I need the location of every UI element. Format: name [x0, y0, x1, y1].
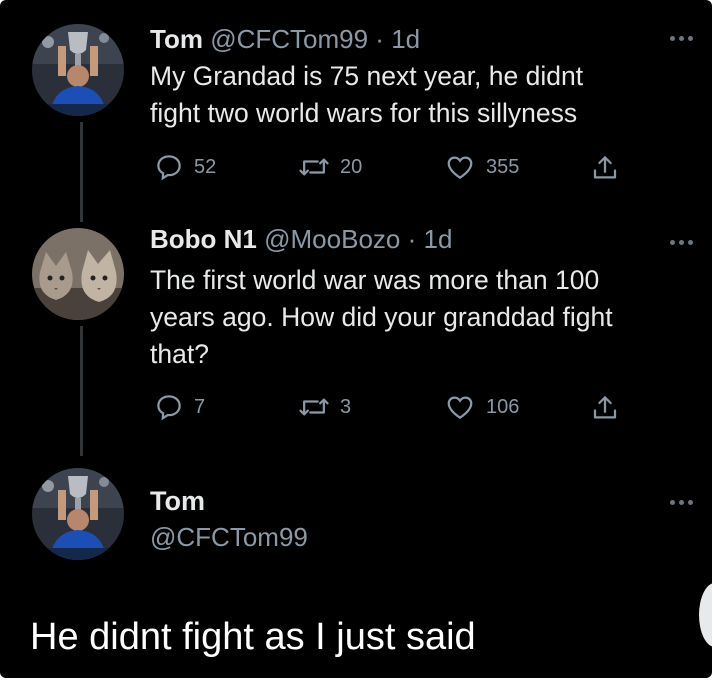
- retweet-icon: [299, 398, 329, 416]
- reply-author-handle[interactable]: @CFCTom99: [150, 522, 308, 553]
- reply-author-name[interactable]: Tom: [150, 486, 205, 517]
- tom-avatar[interactable]: [32, 24, 124, 116]
- share-icon: [593, 156, 617, 179]
- more-options-icon[interactable]: [670, 496, 700, 508]
- display-name[interactable]: Tom: [150, 24, 203, 54]
- tweet-text-line: The first world war was more than 100: [150, 265, 600, 295]
- reply-count: 7: [194, 395, 206, 418]
- retweet-count: 3: [340, 395, 352, 418]
- bobo-avatar[interactable]: [32, 228, 124, 320]
- like-icon: [447, 396, 473, 419]
- timestamp[interactable]: 1d: [424, 224, 453, 254]
- tweet-text-line: My Grandad is 75 next year, he didnt: [150, 61, 584, 91]
- reply-text: He didnt fight as I just said: [30, 616, 476, 658]
- like-button[interactable]: 106: [444, 392, 519, 422]
- tweet-header: Tom @CFCTom99 · 1d: [150, 24, 420, 55]
- floating-action-button[interactable]: [699, 583, 712, 647]
- like-icon: [447, 156, 473, 179]
- retweet-icon: [299, 158, 329, 176]
- tweet-text-line: fight two world wars for this sillyness: [150, 98, 578, 128]
- more-options-icon[interactable]: [670, 32, 700, 44]
- tweet-text: The first world war was more than 100 ye…: [150, 262, 613, 373]
- reply-icon: [157, 155, 181, 181]
- timestamp[interactable]: 1d: [391, 24, 420, 54]
- share-button[interactable]: [590, 152, 620, 184]
- thread-line: [80, 326, 83, 456]
- like-button[interactable]: 355: [444, 152, 519, 182]
- username[interactable]: @CFCTom99: [210, 24, 368, 54]
- retweet-count: 20: [340, 155, 363, 178]
- like-count: 106: [486, 395, 520, 418]
- tweet-text-line: that?: [150, 339, 209, 369]
- reply-button[interactable]: 7: [154, 392, 205, 422]
- like-count: 355: [486, 155, 520, 178]
- tweet-header: Bobo N1 @MooBozo · 1d: [150, 224, 452, 255]
- username[interactable]: @MooBozo: [264, 224, 400, 254]
- reply-count: 52: [194, 155, 217, 178]
- tom-avatar[interactable]: [32, 468, 124, 560]
- display-name[interactable]: Bobo N1: [150, 224, 257, 254]
- separator: ·: [407, 224, 417, 254]
- share-button[interactable]: [590, 392, 620, 424]
- retweet-button[interactable]: 20: [298, 152, 362, 182]
- reply-icon: [157, 395, 181, 421]
- thread-line: [80, 122, 83, 222]
- separator: ·: [375, 24, 384, 54]
- tweet-text: My Grandad is 75 next year, he didnt fig…: [150, 58, 583, 132]
- retweet-button[interactable]: 3: [298, 392, 351, 422]
- more-options-icon[interactable]: [670, 236, 700, 248]
- reply-button[interactable]: 52: [154, 152, 216, 182]
- share-icon: [593, 396, 617, 419]
- tweet-thread: Tom @CFCTom99 · 1d My Grandad is 75 next…: [0, 0, 712, 678]
- tweet-text-line: years ago. How did your granddad fight: [150, 302, 613, 332]
